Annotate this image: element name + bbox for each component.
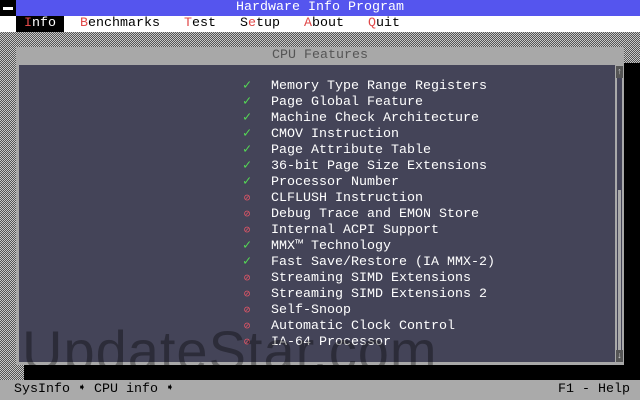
- menu-hotkey: e: [248, 16, 256, 31]
- check-icon: ✓: [242, 79, 252, 94]
- menu-hotkey: T: [184, 16, 192, 31]
- features-list: ✓ Memory Type Range Registers ✓ Page Global…: [19, 65, 615, 362]
- feature-row: ✓ Page Global Feature: [19, 95, 615, 111]
- menu-Quit[interactable]: Quit: [360, 16, 408, 32]
- check-icon: ✓: [242, 239, 252, 254]
- feature-label: IA-64 Processor: [271, 335, 391, 350]
- feature-row: ⊘ CLFLUSH Instruction: [19, 191, 615, 207]
- check-icon: ✓: [242, 255, 252, 270]
- menu-About[interactable]: About: [296, 16, 352, 32]
- status-bar: SysInfo ➧ CPU info ➧ F1 - Help: [0, 380, 640, 400]
- feature-row: ✓ Memory Type Range Registers: [19, 79, 615, 95]
- check-icon: ✓: [242, 159, 252, 174]
- menu-label: S: [240, 16, 248, 31]
- feature-label: Memory Type Range Registers: [271, 79, 487, 94]
- feature-label: Debug Trace and EMON Store: [271, 207, 479, 222]
- feature-row: ⊘ Streaming SIMD Extensions: [19, 271, 615, 287]
- menu-label: enchmarks: [88, 16, 160, 31]
- feature-row: ⊘ Internal ACPI Support: [19, 223, 615, 239]
- not-supported-icon: ⊘: [243, 305, 251, 317]
- feature-row: ✓ Page Attribute Table: [19, 143, 615, 159]
- menu-label: nfo: [32, 16, 56, 31]
- feature-row: ✓ MMX™ Technology: [19, 239, 615, 255]
- menu-label: est: [192, 16, 216, 31]
- not-supported-icon: ⊘: [243, 273, 251, 285]
- check-icon: ✓: [242, 95, 252, 110]
- menu-Benchmarks[interactable]: Benchmarks: [72, 16, 168, 32]
- cpu-features-panel: CPU Features ✓ Memory Type Range Register…: [16, 47, 624, 365]
- feature-row: ⊘ Automatic Clock Control: [19, 319, 615, 335]
- feature-row: ✓ 36-bit Page Size Extensions: [19, 159, 615, 175]
- scroll-down-arrow-icon[interactable]: ↓: [616, 350, 623, 362]
- menu-label: bout: [312, 16, 344, 31]
- feature-row: ⊘ Streaming SIMD Extensions 2: [19, 287, 615, 303]
- check-icon: ✓: [242, 111, 252, 126]
- feature-label: Automatic Clock Control: [271, 319, 455, 334]
- menu-Info[interactable]: Info: [16, 16, 64, 32]
- feature-row: ✓ Processor Number: [19, 175, 615, 191]
- scroll-up-arrow-icon[interactable]: ↑: [616, 66, 623, 78]
- feature-label: Internal ACPI Support: [271, 223, 439, 238]
- feature-row: ✓ Fast Save/Restore (IA MMX-2): [19, 255, 615, 271]
- scrollbar-thumb[interactable]: [618, 190, 621, 354]
- menu-Test[interactable]: Test: [176, 16, 224, 32]
- feature-label: 36-bit Page Size Extensions: [271, 159, 487, 174]
- menu-bar: Info Benchmarks Test Setup About Quit: [0, 16, 640, 32]
- not-supported-icon: ⊘: [243, 289, 251, 301]
- breadcrumb: SysInfo ➧ CPU info ➧: [14, 382, 175, 397]
- menu-hotkey: A: [304, 16, 312, 31]
- feature-label: Page Attribute Table: [271, 143, 431, 158]
- feature-row: ⊘ Self-Snoop: [19, 303, 615, 319]
- menu-hotkey: I: [24, 16, 32, 31]
- feature-label: Fast Save/Restore (IA MMX-2): [271, 255, 495, 270]
- minus-icon: [3, 7, 13, 10]
- not-supported-icon: ⊘: [243, 337, 251, 349]
- check-icon: ✓: [242, 143, 252, 158]
- menu-label: tup: [256, 16, 280, 31]
- panel-title: CPU Features: [272, 48, 368, 63]
- feature-row: ⊘ Debug Trace and EMON Store: [19, 207, 615, 223]
- feature-label: Processor Number: [271, 175, 399, 190]
- feature-row: ✓ CMOV Instruction: [19, 127, 615, 143]
- feature-label: CLFLUSH Instruction: [271, 191, 423, 206]
- menu-hotkey: Q: [368, 16, 376, 31]
- title-bar: Hardware Info Program: [0, 0, 640, 16]
- feature-label: Self-Snoop: [271, 303, 351, 318]
- feature-label: Streaming SIMD Extensions 2: [271, 287, 487, 302]
- help-hint[interactable]: F1 - Help: [558, 380, 630, 400]
- feature-label: Machine Check Architecture: [271, 111, 479, 126]
- check-icon: ✓: [242, 175, 252, 190]
- not-supported-icon: ⊘: [243, 225, 251, 237]
- check-icon: ✓: [242, 127, 252, 142]
- feature-label: Page Global Feature: [271, 95, 423, 110]
- menu-Setup[interactable]: Setup: [232, 16, 288, 32]
- system-menu-button[interactable]: [0, 0, 16, 16]
- not-supported-icon: ⊘: [243, 193, 251, 205]
- feature-row: ⊘ IA-64 Processor: [19, 335, 615, 351]
- feature-label: CMOV Instruction: [271, 127, 399, 142]
- menu-hotkey: B: [80, 16, 88, 31]
- feature-label: Streaming SIMD Extensions: [271, 271, 471, 286]
- feature-label: MMX™ Technology: [271, 239, 391, 254]
- menu-label: uit: [376, 16, 400, 31]
- not-supported-icon: ⊘: [243, 209, 251, 221]
- window-title: Hardware Info Program: [236, 0, 404, 15]
- not-supported-icon: ⊘: [243, 321, 251, 333]
- feature-row: ✓ Machine Check Architecture: [19, 111, 615, 127]
- scrollbar[interactable]: ↑ ↓: [616, 65, 623, 363]
